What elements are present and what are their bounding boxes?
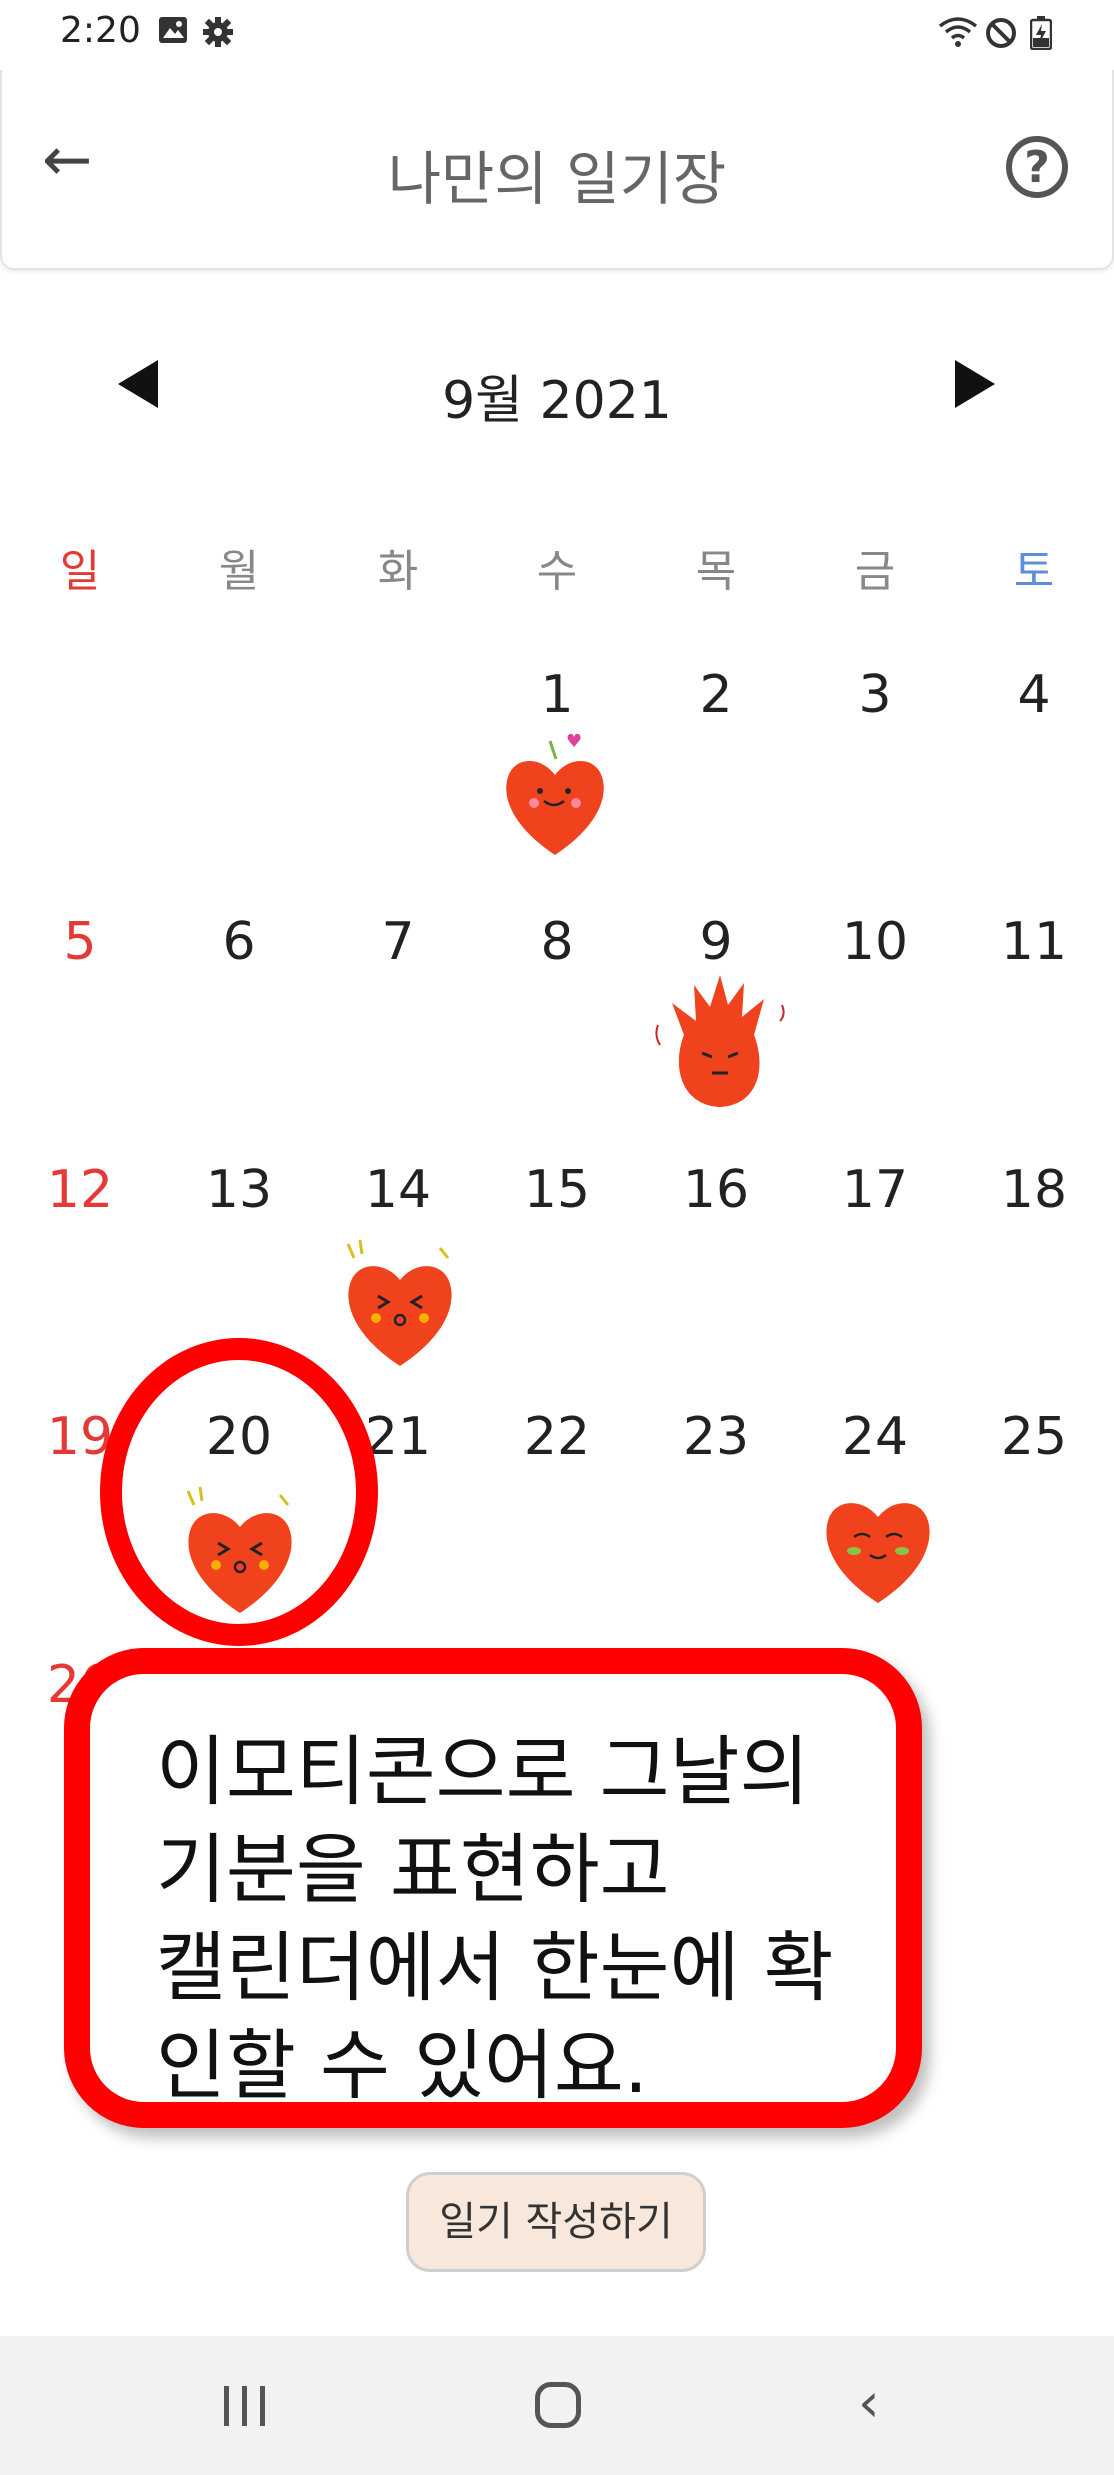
month-label: 9월 2021 xyxy=(442,371,672,431)
calendar-day-4[interactable]: 4 xyxy=(974,665,1094,725)
calendar-day-5[interactable]: 5 xyxy=(20,912,140,972)
calendar-day-3[interactable]: 3 xyxy=(815,665,935,725)
app-bar: ← 나만의 일기장 ? xyxy=(0,70,1114,270)
calendar-day-11[interactable]: 11 xyxy=(974,912,1094,972)
tooltip-callout: 이모티콘으로 그날의 기분을 표현하고 캘린더에서 한눈에 확 인할 수 있어요… xyxy=(64,1648,922,2128)
weekday-tue: 화 xyxy=(377,546,419,597)
write-diary-button[interactable]: 일기 작성하기 xyxy=(406,2172,706,2272)
weekday-fri: 금 xyxy=(854,546,896,597)
calendar-day-24[interactable]: 24 xyxy=(815,1407,935,1467)
battery-charging-icon xyxy=(1029,16,1053,56)
weekday-thu: 목 xyxy=(695,546,737,597)
weekday-mon: 월 xyxy=(218,546,260,597)
calendar-day-13[interactable]: 13 xyxy=(179,1160,299,1220)
calendar-day-22[interactable]: 22 xyxy=(497,1407,617,1467)
weekday-wed: 수 xyxy=(536,546,578,597)
calendar-day-9[interactable]: 9 xyxy=(656,912,776,972)
help-icon[interactable]: ? xyxy=(1006,136,1068,198)
callout-line: 기분을 표현하고 xyxy=(156,1825,670,1914)
calendar-day-8[interactable]: 8 xyxy=(497,912,617,972)
next-month-button[interactable] xyxy=(955,360,995,408)
heart-calm-emoticon xyxy=(818,1475,930,1603)
callout-line: 인할 수 있어요. xyxy=(156,2021,648,2110)
calendar-day-17[interactable]: 17 xyxy=(815,1160,935,1220)
calendar-day-6[interactable]: 6 xyxy=(179,912,299,972)
calendar-day-1[interactable]: 1 xyxy=(497,665,617,725)
calendar-day-18[interactable]: 18 xyxy=(974,1160,1094,1220)
nav-back-icon[interactable]: ‹ xyxy=(858,2376,880,2430)
system-nav-bar: ‹ xyxy=(0,2336,1114,2475)
calendar-day-10[interactable]: 10 xyxy=(815,912,935,972)
highlight-circle xyxy=(100,1338,378,1646)
calendar-day-16[interactable]: 16 xyxy=(656,1160,776,1220)
recent-apps-icon[interactable] xyxy=(222,2386,272,2426)
settings-gear-icon xyxy=(202,16,234,54)
heart-frustrated-emoticon xyxy=(340,1238,452,1366)
home-icon[interactable] xyxy=(535,2382,581,2428)
callout-line: 캘린더에서 한눈에 확 xyxy=(156,1923,834,2012)
status-time: 2:20 xyxy=(60,10,141,51)
page-title: 나만의 일기장 xyxy=(387,145,727,213)
calendar-day-25[interactable]: 25 xyxy=(974,1407,1094,1467)
angry-flame-emoticon xyxy=(650,965,785,1107)
calendar-day-15[interactable]: 15 xyxy=(497,1160,617,1220)
heart-love-emoticon: ♥ xyxy=(500,725,610,855)
weekday-sun: 일 xyxy=(59,546,101,597)
calendar-day-23[interactable]: 23 xyxy=(656,1407,776,1467)
calendar-day-7[interactable]: 7 xyxy=(338,912,458,972)
callout-line: 이모티콘으로 그날의 xyxy=(156,1727,810,1816)
wifi-icon xyxy=(938,16,978,54)
calendar-day-14[interactable]: 14 xyxy=(338,1160,458,1220)
calendar-day-12[interactable]: 12 xyxy=(20,1160,140,1220)
calendar-day-2[interactable]: 2 xyxy=(656,665,776,725)
gallery-icon xyxy=(158,16,188,50)
do-not-disturb-icon xyxy=(984,16,1018,56)
weekday-sat: 토 xyxy=(1013,546,1055,597)
svg-text:♥: ♥ xyxy=(566,731,582,752)
